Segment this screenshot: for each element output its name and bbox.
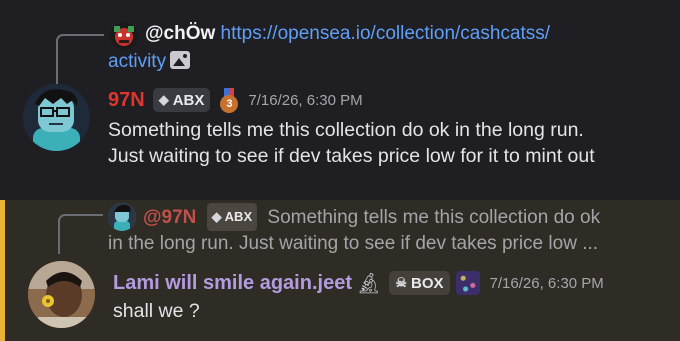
gem-icon: ◆ [211, 209, 222, 224]
author-name[interactable]: Lami will smile again.jeet [113, 272, 352, 295]
reply-author-avatar[interactable] [110, 22, 138, 50]
reply-connector [58, 214, 103, 254]
pixel-art-icon [455, 271, 480, 295]
avatar[interactable] [23, 84, 90, 151]
reply-preview[interactable]: @chÖw https://opensea.io/collection/cash… [145, 21, 665, 47]
image-icon [170, 51, 191, 69]
reply-text-line-2[interactable]: in the long run. Just waiting to see if … [108, 231, 598, 257]
message-1: @chÖw https://opensea.io/collection/cash… [0, 0, 680, 200]
message-content: Something tells me this collection do ok… [108, 117, 668, 169]
reply-preview[interactable]: @97N ◆ ABX Something tells me this collec… [143, 203, 678, 231]
avatar[interactable] [28, 261, 95, 328]
role-tag[interactable]: ☠ BOX [389, 271, 450, 295]
reply-role-tag: ◆ ABX [206, 203, 258, 231]
reply-author-name[interactable]: @97N [143, 207, 196, 228]
reply-preview-continued[interactable]: activity [108, 49, 191, 75]
skull-icon: ☠ [395, 275, 408, 290]
reply-text-line-1: Something tells me this collection do ok [267, 207, 601, 228]
message-text-line-1: Something tells me this collection do ok… [108, 119, 584, 141]
message-content: shall we ? [113, 300, 200, 322]
gem-icon: ◆ [158, 92, 169, 107]
message-text-line-2: Just waiting to see if dev takes price l… [108, 145, 595, 167]
reply-link-continued[interactable]: activity [108, 51, 166, 72]
role-tag-label: BOX [411, 274, 444, 292]
microscope-icon: 🔬︎ [355, 272, 382, 295]
author-name[interactable]: 97N [108, 89, 145, 112]
timestamp[interactable]: 7/16/26, 6:30 PM [490, 275, 604, 292]
reply-author-avatar[interactable] [108, 203, 136, 231]
timestamp[interactable]: 7/16/26, 6:30 PM [248, 92, 362, 109]
reply-connector [56, 34, 104, 84]
reply-author-name[interactable]: @chÖw [145, 23, 215, 44]
reply-role-tag-label: ABX [224, 209, 253, 224]
bronze-medal-icon: 3 [220, 88, 239, 113]
role-tag[interactable]: ◆ ABX [152, 88, 211, 112]
role-tag-label: ABX [172, 91, 205, 109]
message-header: 97N ◆ ABX 3 7/16/26, 6:30 PM [108, 86, 363, 114]
message-2-highlighted: @97N ◆ ABX Something tells me this collec… [0, 200, 680, 341]
reply-link[interactable]: https://opensea.io/collection/cashcatss/ [221, 23, 551, 44]
message-header: Lami will smile again.jeet 🔬︎ ☠ BOX 7/16/… [113, 269, 604, 297]
